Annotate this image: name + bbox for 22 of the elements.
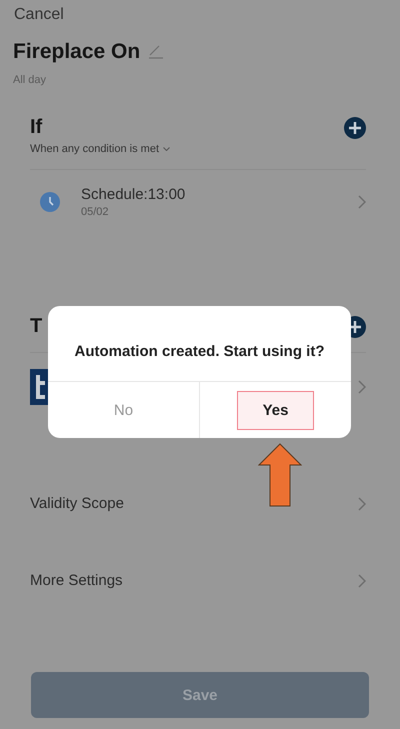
- chevron-icon: [358, 574, 366, 588]
- chevron-icon: [358, 496, 366, 510]
- condition-date: 05/02: [81, 206, 110, 218]
- automation-title: Fireplace On: [13, 40, 140, 64]
- dialog-button[interactable]: No: [114, 392, 134, 428]
- cancel-link[interactable]: Cancel: [14, 6, 64, 24]
- clock-icon: [40, 192, 60, 212]
- chevron-icon: [358, 380, 366, 394]
- dialog-message: Automation created. Start using it?: [73, 343, 326, 360]
- dialog-button[interactable]: Yes: [237, 390, 314, 430]
- condition-title[interactable]: Schedule:13:00: [81, 186, 358, 203]
- schedule-subtitle: All day: [13, 74, 46, 86]
- up-arrow-icon: [258, 443, 302, 507]
- add-icon[interactable]: [344, 116, 366, 138]
- settings-row[interactable]: More Settings: [30, 572, 123, 589]
- condition-mode-dropdown[interactable]: When any condition is met: [30, 143, 170, 155]
- section-heading: T: [30, 315, 42, 338]
- settings-row[interactable]: Validity Scope: [30, 495, 124, 512]
- caret-icon: [163, 147, 170, 151]
- chevron-icon: [358, 195, 366, 209]
- section-heading: If: [30, 116, 42, 139]
- app-logo-icon: [30, 369, 48, 405]
